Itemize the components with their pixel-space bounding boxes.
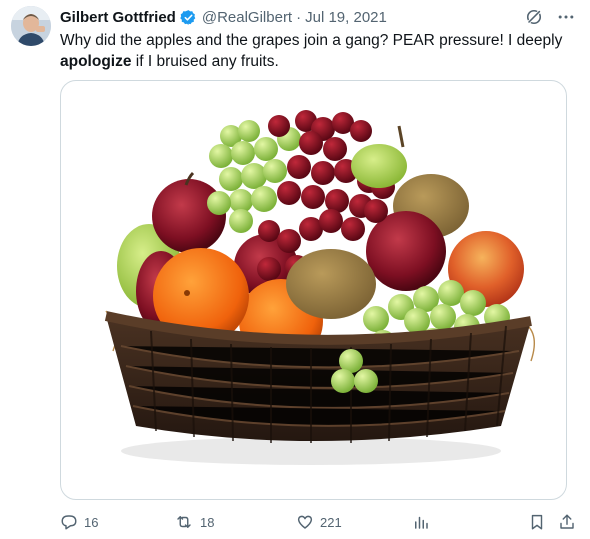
reply-icon — [61, 515, 77, 530]
header-actions — [524, 6, 576, 28]
analytics-icon — [415, 516, 428, 529]
tweet-date[interactable]: Jul 19, 2021 — [305, 9, 387, 26]
avatar[interactable] — [11, 6, 51, 46]
retweet-button[interactable]: 18 — [174, 510, 214, 534]
tweet-text-part1: Why did the apples and the grapes join a… — [60, 32, 563, 49]
tweet-text-part2: if I bruised any fruits. — [131, 53, 279, 70]
pear-back — [351, 144, 407, 188]
separator-dot: · — [296, 8, 302, 26]
share-icon — [560, 514, 574, 529]
heart-icon — [297, 515, 313, 529]
reply-button[interactable]: 16 — [60, 510, 98, 534]
reply-count: 16 — [84, 514, 99, 530]
kiwi-middle — [286, 249, 376, 319]
tweet-media-image[interactable] — [60, 80, 567, 500]
verified-badge-icon — [180, 9, 197, 26]
retweet-count: 18 — [200, 514, 215, 530]
tweet-text-bold: apologize — [60, 53, 132, 70]
more-options-icon[interactable] — [556, 7, 576, 27]
tweet-card[interactable]: Gilbert Gottfried @RealGilbert · Jul 19,… — [0, 0, 590, 539]
tweet-actions-bar: 16 18 221 — [60, 510, 580, 534]
handle[interactable]: @RealGilbert — [202, 9, 292, 26]
share-button[interactable] — [558, 510, 576, 534]
fruit-basket-illustration — [104, 110, 535, 465]
like-button[interactable]: 221 — [296, 510, 342, 534]
tweet-text: Why did the apples and the grapes join a… — [60, 30, 570, 72]
like-count: 221 — [320, 514, 342, 530]
views-button[interactable] — [412, 510, 430, 534]
red-apple-right — [366, 211, 446, 291]
wicker-basket — [104, 311, 532, 443]
grok-icon[interactable] — [524, 7, 544, 27]
display-name[interactable]: Gilbert Gottfried — [60, 9, 176, 26]
bookmark-button[interactable] — [528, 510, 546, 534]
red-apple-left — [152, 179, 226, 253]
bookmark-icon — [531, 514, 543, 530]
tweet-header: Gilbert Gottfried @RealGilbert · Jul 19,… — [60, 6, 576, 28]
retweet-icon — [177, 516, 191, 528]
